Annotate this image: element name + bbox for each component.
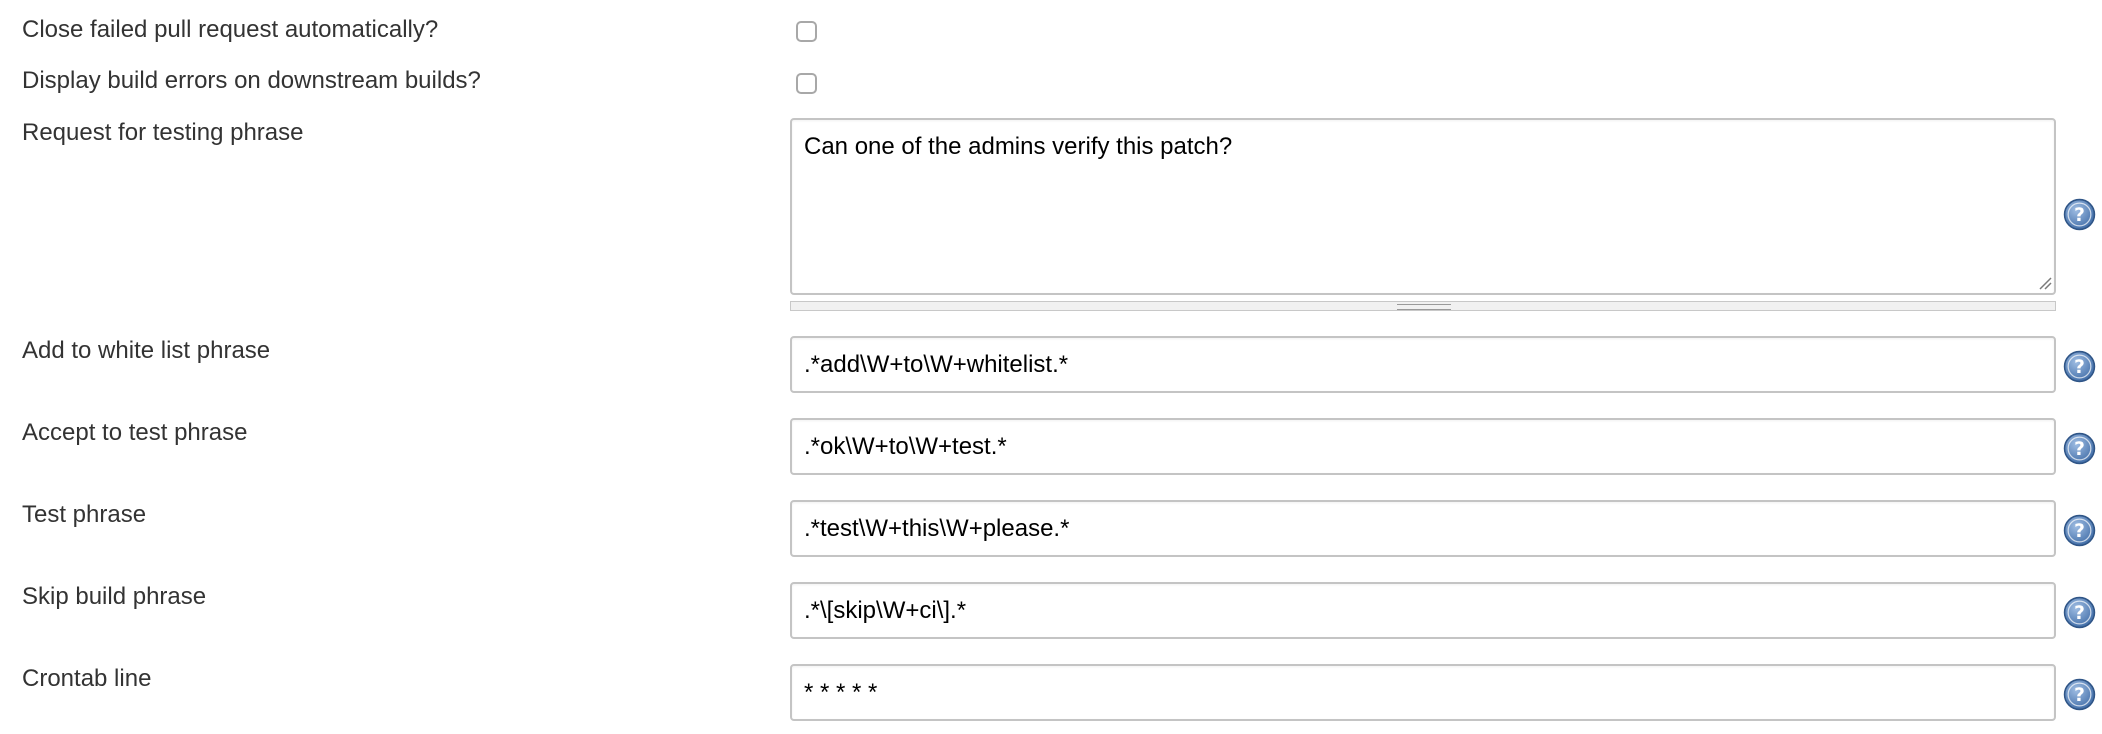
request-testing-phrase-textarea[interactable]: Can one of the admins verify this patch? [790, 118, 2056, 295]
svg-text:?: ? [2074, 521, 2085, 542]
textarea-resize-grip[interactable] [790, 301, 2056, 311]
test-phrase-input[interactable] [790, 500, 2056, 557]
close-failed-pr-checkbox[interactable] [796, 21, 817, 42]
help-icon[interactable]: ? [2063, 596, 2096, 629]
help-icon[interactable]: ? [2063, 198, 2096, 231]
request-testing-phrase-label: Request for testing phrase [22, 119, 304, 146]
accept-test-phrase-label: Accept to test phrase [22, 419, 248, 446]
crontab-line-label: Crontab line [22, 665, 152, 692]
test-phrase-label: Test phrase [22, 501, 147, 528]
close-failed-pr-label: Close failed pull request automatically? [22, 16, 439, 43]
whitelist-phrase-label: Add to white list phrase [22, 337, 271, 364]
skip-build-phrase-label: Skip build phrase [22, 583, 207, 610]
svg-text:?: ? [2074, 205, 2085, 226]
crontab-line-input[interactable] [790, 664, 2056, 721]
help-icon[interactable]: ? [2063, 350, 2096, 383]
skip-build-phrase-input[interactable] [790, 582, 2056, 639]
accept-test-phrase-input[interactable] [790, 418, 2056, 475]
svg-text:?: ? [2074, 357, 2085, 378]
grip-lines-icon [1397, 304, 1451, 310]
whitelist-phrase-input[interactable] [790, 336, 2056, 393]
help-icon[interactable]: ? [2063, 432, 2096, 465]
help-icon[interactable]: ? [2063, 678, 2096, 711]
resize-handle-icon[interactable] [2038, 276, 2052, 290]
display-build-errors-label: Display build errors on downstream build… [22, 67, 481, 94]
svg-text:?: ? [2074, 439, 2085, 460]
display-build-errors-checkbox[interactable] [796, 73, 817, 94]
help-icon[interactable]: ? [2063, 514, 2096, 547]
svg-text:?: ? [2074, 603, 2085, 624]
svg-text:?: ? [2074, 685, 2085, 706]
